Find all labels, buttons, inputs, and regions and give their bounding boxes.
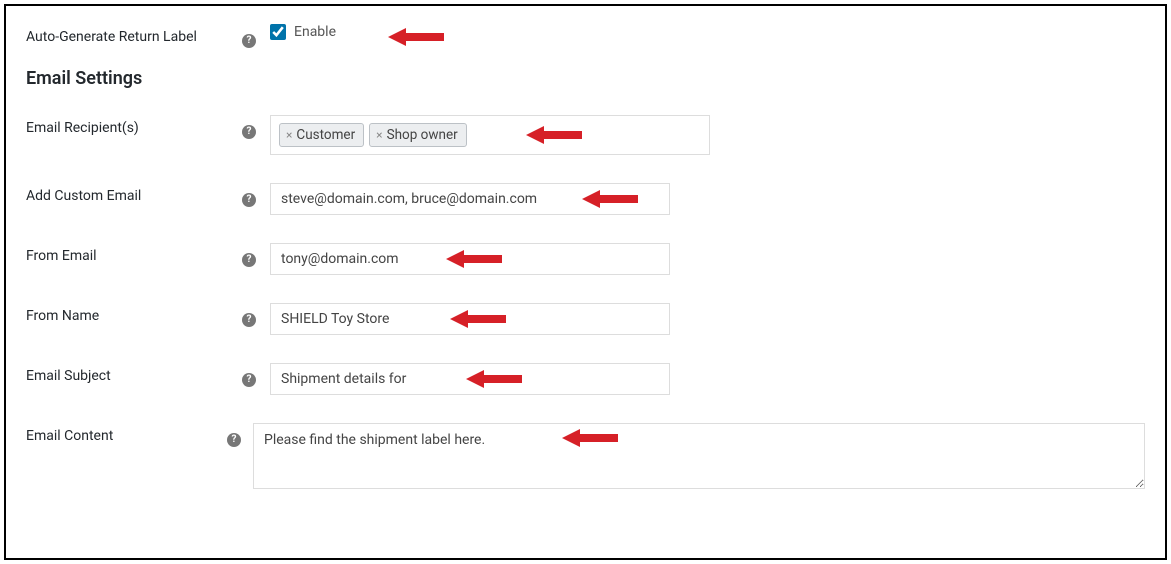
help-col: ? [242, 363, 270, 387]
remove-tag-icon[interactable]: × [376, 128, 382, 142]
recipient-tag[interactable]: × Shop owner [369, 123, 467, 147]
help-col: ? [242, 303, 270, 327]
recipients-label: Email Recipient(s) [26, 115, 242, 136]
subject-input[interactable] [270, 363, 670, 395]
field-col [253, 423, 1145, 489]
row-auto-generate: Auto-Generate Return Label ? Enable [26, 24, 1145, 48]
from-email-label: From Email [26, 243, 242, 264]
tag-label: Customer [296, 127, 355, 143]
help-icon[interactable]: ? [227, 433, 241, 447]
field-col: × Customer × Shop owner [270, 115, 710, 155]
field-col [270, 363, 670, 395]
enable-checkbox[interactable] [270, 24, 286, 40]
row-custom-email: Add Custom Email ? [26, 183, 1145, 215]
row-from-email: From Email ? [26, 243, 1145, 275]
subject-label: Email Subject [26, 363, 242, 384]
help-icon[interactable]: ? [242, 373, 256, 387]
enable-checkbox-label: Enable [294, 24, 336, 40]
help-col: ? [242, 243, 270, 267]
help-col: ? [242, 183, 270, 207]
from-name-label: From Name [26, 303, 242, 324]
enable-checkbox-wrap[interactable]: Enable [270, 24, 336, 40]
help-col: ? [227, 423, 253, 447]
row-email-content: Email Content ? [26, 423, 1145, 489]
help-col: ? [242, 115, 270, 139]
custom-email-label: Add Custom Email [26, 183, 242, 204]
field-col [270, 183, 670, 215]
remove-tag-icon[interactable]: × [286, 128, 292, 142]
from-name-input[interactable] [270, 303, 670, 335]
row-from-name: From Name ? [26, 303, 1145, 335]
help-icon[interactable]: ? [242, 313, 256, 327]
content-textarea[interactable] [253, 423, 1145, 489]
help-col: ? [242, 24, 270, 48]
recipient-tag[interactable]: × Customer [279, 123, 364, 147]
row-email-recipients: Email Recipient(s) ? × Customer × Shop o… [26, 115, 1145, 155]
arrow-icon [388, 26, 444, 48]
field-col: Enable [270, 24, 336, 40]
recipients-tag-input[interactable]: × Customer × Shop owner [270, 115, 710, 155]
content-label: Email Content [26, 423, 227, 444]
help-icon[interactable]: ? [242, 253, 256, 267]
tag-label: Shop owner [387, 127, 458, 143]
from-email-input[interactable] [270, 243, 670, 275]
row-email-subject: Email Subject ? [26, 363, 1145, 395]
field-col [270, 243, 670, 275]
help-icon[interactable]: ? [242, 193, 256, 207]
settings-panel: Auto-Generate Return Label ? Enable Emai… [4, 4, 1167, 560]
email-settings-heading: Email Settings [26, 68, 1145, 89]
help-icon[interactable]: ? [242, 125, 256, 139]
field-col [270, 303, 670, 335]
auto-generate-label: Auto-Generate Return Label [26, 24, 242, 45]
help-icon[interactable]: ? [242, 34, 256, 48]
custom-email-input[interactable] [270, 183, 670, 215]
